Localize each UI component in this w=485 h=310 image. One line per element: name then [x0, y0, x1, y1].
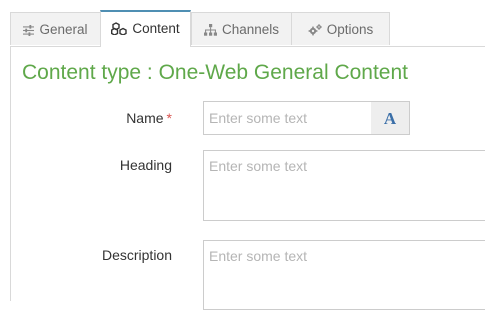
- content-type-title: Content type : One-Web General Content: [22, 61, 408, 84]
- description-textarea[interactable]: [203, 240, 485, 310]
- tab-channels-label: Channels: [221, 22, 280, 37]
- tab-general-label: General: [39, 22, 88, 37]
- sitemap-icon: [203, 24, 217, 36]
- name-label: Name *: [52, 110, 172, 126]
- heading-label: Heading: [119, 157, 172, 173]
- name-input[interactable]: [203, 101, 372, 135]
- cubes-icon: [111, 22, 128, 36]
- cogs-icon: [308, 24, 322, 36]
- description-label: Description: [101, 247, 172, 263]
- tab-general[interactable]: General: [10, 12, 101, 45]
- font-letter-icon[interactable]: A: [371, 101, 410, 135]
- tab-options[interactable]: Options: [291, 12, 390, 45]
- sliders-icon: [23, 25, 35, 36]
- tab-bar: General Content Channels Options: [10, 10, 485, 47]
- tab-content[interactable]: Content: [100, 10, 191, 47]
- heading-textarea[interactable]: [203, 150, 485, 221]
- tab-content-label: Content: [132, 21, 180, 36]
- tab-channels[interactable]: Channels: [191, 12, 292, 45]
- name-label-text: Name: [126, 110, 164, 126]
- tab-options-label: Options: [326, 22, 374, 37]
- required-marker: *: [166, 110, 172, 126]
